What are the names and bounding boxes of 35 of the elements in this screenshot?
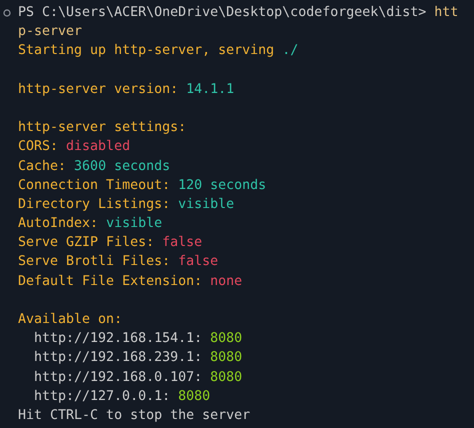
terminal-text: visible	[178, 196, 234, 214]
terminal-text: http-server version:	[18, 80, 178, 99]
terminal-text: 14.1.1	[186, 80, 234, 99]
terminal-text: Directory Listings:	[18, 196, 170, 214]
terminal-text: Connection Timeout:	[18, 176, 170, 195]
terminal-text: 3600 seconds	[74, 158, 170, 176]
terminal-text: 120 seconds	[178, 176, 266, 195]
terminal-text: 8080	[210, 368, 242, 387]
terminal-text: CORS:	[18, 138, 58, 156]
terminal-text: p-server	[18, 23, 82, 42]
terminal-text: http://192.168.0.107:	[34, 368, 202, 387]
terminal-text: visible	[106, 215, 162, 234]
terminal-text: Serve GZIP Files:	[18, 234, 154, 252]
terminal-text: http://192.168.239.1:	[34, 349, 202, 368]
terminal-text: Available on:	[18, 311, 122, 329]
terminal-text: Serve Brotli Files:	[18, 253, 170, 272]
terminal-text: http-server settings:	[18, 119, 186, 138]
terminal-text: Cache:	[18, 158, 66, 176]
terminal-text: AutoIndex:	[18, 215, 98, 234]
circle-icon	[3, 9, 11, 17]
terminal-text: htt	[434, 4, 458, 22]
terminal-text: http://192.168.154.1:	[34, 330, 202, 348]
terminal-text: 8080	[210, 349, 242, 368]
terminal-text: Default File Extension:	[18, 272, 202, 291]
terminal-text: 8080	[210, 330, 242, 348]
terminal-text: http://127.0.0.1:	[34, 388, 170, 406]
terminal-text: Starting up http-server, serving	[18, 42, 274, 60]
terminal-text: ./	[282, 42, 298, 60]
terminal-text: 8080	[178, 388, 210, 406]
terminal-text: disabled	[66, 138, 130, 156]
terminal-text: false	[178, 253, 218, 272]
terminal-text: Hit CTRL-C to stop the server	[18, 406, 250, 425]
terminal-text: false	[162, 234, 202, 252]
terminal-text: PS C:\Users\ACER\OneDrive\Desktop\codeforgeek\dist>	[18, 4, 426, 22]
terminal-text: none	[210, 272, 242, 291]
